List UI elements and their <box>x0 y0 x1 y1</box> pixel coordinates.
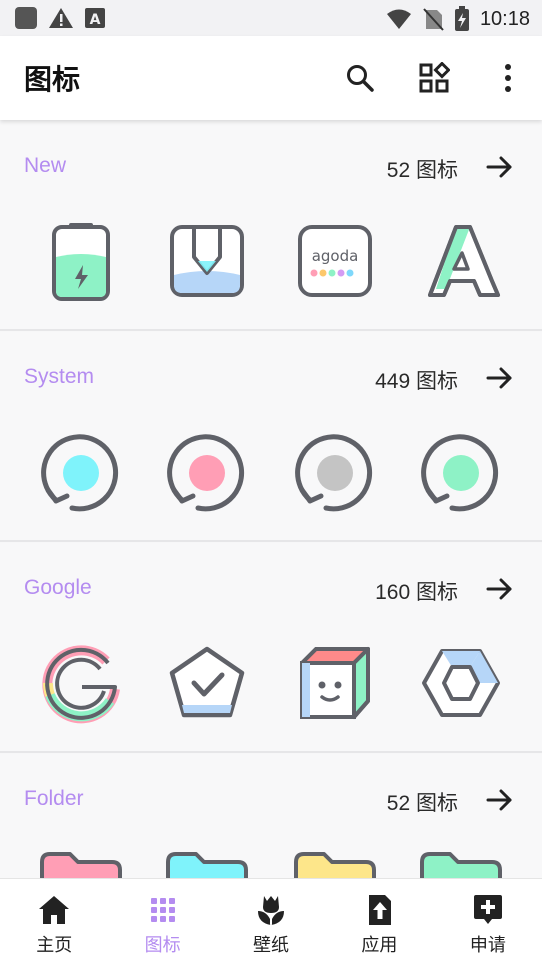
pentagon-check-icon[interactable] <box>162 639 252 729</box>
agoda-wordmark: agoda <box>312 247 359 265</box>
arrow-right-icon[interactable] <box>486 153 514 181</box>
cube-face-icon[interactable] <box>290 639 380 729</box>
category-count: 52 图标 <box>386 792 458 815</box>
category-title: Folder <box>24 787 84 810</box>
nav-item-apply[interactable]: 应用 <box>325 879 433 963</box>
icon-row: agoda <box>0 217 542 307</box>
rotate-mint-icon[interactable] <box>416 428 506 518</box>
text-a-icon: A <box>85 8 105 28</box>
category-count: 160 图标 <box>375 581 458 604</box>
folder-cyan-icon[interactable] <box>162 850 252 878</box>
upload-icon <box>369 895 392 925</box>
nav-item-icons[interactable]: 图标 <box>108 879 216 963</box>
wifi-icon <box>386 9 411 29</box>
no-sim-icon <box>423 8 444 31</box>
category-count: 52 图标 <box>386 159 458 182</box>
nav-label: 图标 <box>144 935 181 956</box>
grid-shapes-icon <box>419 62 450 93</box>
agoda-app-icon[interactable]: agoda <box>290 217 380 307</box>
bottom-navigation: 主页 图标 壁纸 应用 申请 <box>0 878 542 963</box>
nav-item-request[interactable]: 申请 <box>434 879 542 963</box>
category-title: System <box>24 365 95 388</box>
tulip-icon <box>258 896 285 925</box>
category-new[interactable]: New 52 图标 agoda <box>0 121 542 331</box>
grid-view-button[interactable] <box>418 62 450 94</box>
icon-row <box>0 850 542 878</box>
search-button[interactable] <box>344 62 376 94</box>
icon-row <box>0 639 542 729</box>
letter-a-app-icon[interactable] <box>416 217 506 307</box>
folder-yellow-icon[interactable] <box>290 850 380 878</box>
pencil-app-icon[interactable] <box>162 217 252 307</box>
dots-grid-icon <box>150 898 175 922</box>
app-square-icon <box>15 7 37 29</box>
nav-label: 主页 <box>36 935 73 956</box>
request-plus-icon <box>473 895 502 924</box>
category-system[interactable]: System 449 图标 <box>0 332 542 542</box>
google-g-icon[interactable] <box>36 639 126 729</box>
folder-mint-icon[interactable] <box>416 850 506 878</box>
more-options-button[interactable] <box>492 62 524 94</box>
nav-label: 应用 <box>361 935 398 956</box>
folder-pink-icon[interactable] <box>36 850 126 878</box>
category-folder[interactable]: Folder 52 图标 <box>0 754 542 878</box>
app-actions <box>344 62 524 94</box>
page-title: 图标 <box>24 63 81 96</box>
nav-item-home[interactable]: 主页 <box>0 879 108 963</box>
arrow-right-icon[interactable] <box>486 364 514 392</box>
home-icon <box>39 896 70 924</box>
icon-categories: New 52 图标 agoda System 449 图标 Google 160… <box>0 121 542 878</box>
category-google[interactable]: Google 160 图标 <box>0 543 542 753</box>
icon-row <box>0 428 542 518</box>
status-time: 10:18 <box>479 7 530 30</box>
more-vert-icon <box>505 64 511 92</box>
status-bar: A 10:18 <box>0 0 542 36</box>
hexagon-icon[interactable] <box>416 639 506 729</box>
arrow-right-icon[interactable] <box>486 575 514 603</box>
rotate-gray-icon[interactable] <box>290 428 380 518</box>
nav-item-wallpapers[interactable]: 壁纸 <box>217 879 325 963</box>
rotate-pink-icon[interactable] <box>162 428 252 518</box>
battery-charging-icon <box>454 6 469 31</box>
nav-label: 壁纸 <box>253 935 290 956</box>
battery-app-icon[interactable] <box>36 217 126 307</box>
status-right: 10:18 <box>386 6 530 32</box>
warning-icon <box>49 8 73 28</box>
arrow-right-icon[interactable] <box>486 786 514 814</box>
app-bar: 图标 <box>0 36 542 120</box>
category-title: New <box>24 154 67 177</box>
category-count: 449 图标 <box>375 370 458 393</box>
nav-label: 申请 <box>469 935 506 956</box>
svg-text:A: A <box>90 12 101 28</box>
status-left: A <box>14 6 106 30</box>
rotate-cyan-icon[interactable] <box>36 428 126 518</box>
search-icon <box>347 65 374 92</box>
category-title: Google <box>24 576 92 599</box>
